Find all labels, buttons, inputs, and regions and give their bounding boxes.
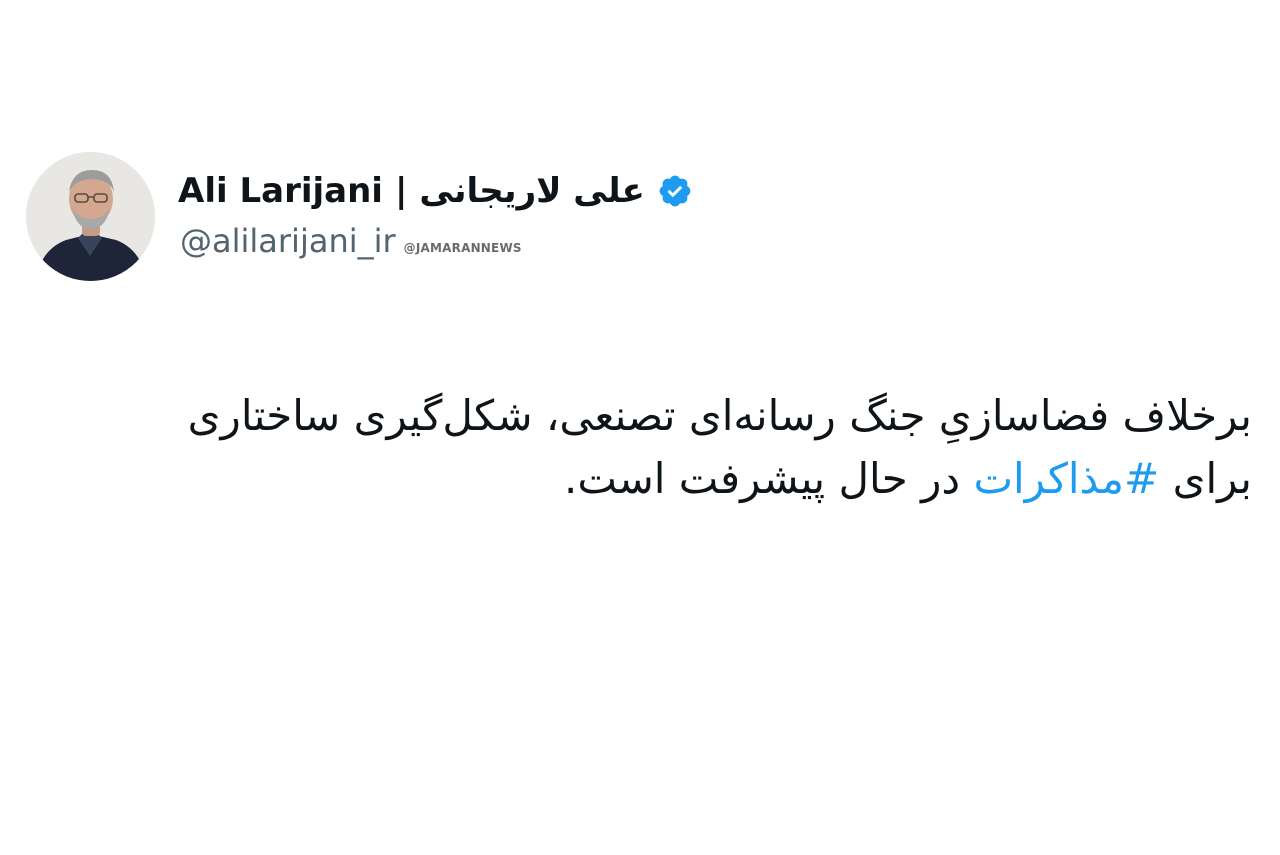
tweet-line-2-before: برای <box>1172 454 1252 503</box>
tweet-line-2-after: در حال پیشرفت است. <box>564 454 961 503</box>
tweet-line-2: برای #مذاکرات در حال پیشرفت است. <box>102 447 1252 510</box>
watermark: @JAMARANNEWS <box>403 241 522 255</box>
user-handle[interactable]: @alilarijani_ir <box>180 222 396 260</box>
verified-badge-icon <box>657 173 693 209</box>
display-name-fa: علی لاریجانی <box>419 171 645 211</box>
avatar-image <box>26 152 155 281</box>
tweet-text: برخلاف فضاسازیِ جنگ رسانه‌ای تصنعی، شکل‌… <box>102 384 1252 510</box>
display-name[interactable]: Ali Larijani | علی لاریجانی <box>178 168 693 214</box>
avatar[interactable] <box>26 152 155 281</box>
display-name-en: Ali Larijani <box>178 171 383 211</box>
tweet-line-1: برخلاف فضاسازیِ جنگ رسانه‌ای تصنعی، شکل‌… <box>187 391 1252 440</box>
display-name-separator: | <box>394 171 408 211</box>
hashtag-link[interactable]: #مذاکرات <box>973 454 1159 503</box>
